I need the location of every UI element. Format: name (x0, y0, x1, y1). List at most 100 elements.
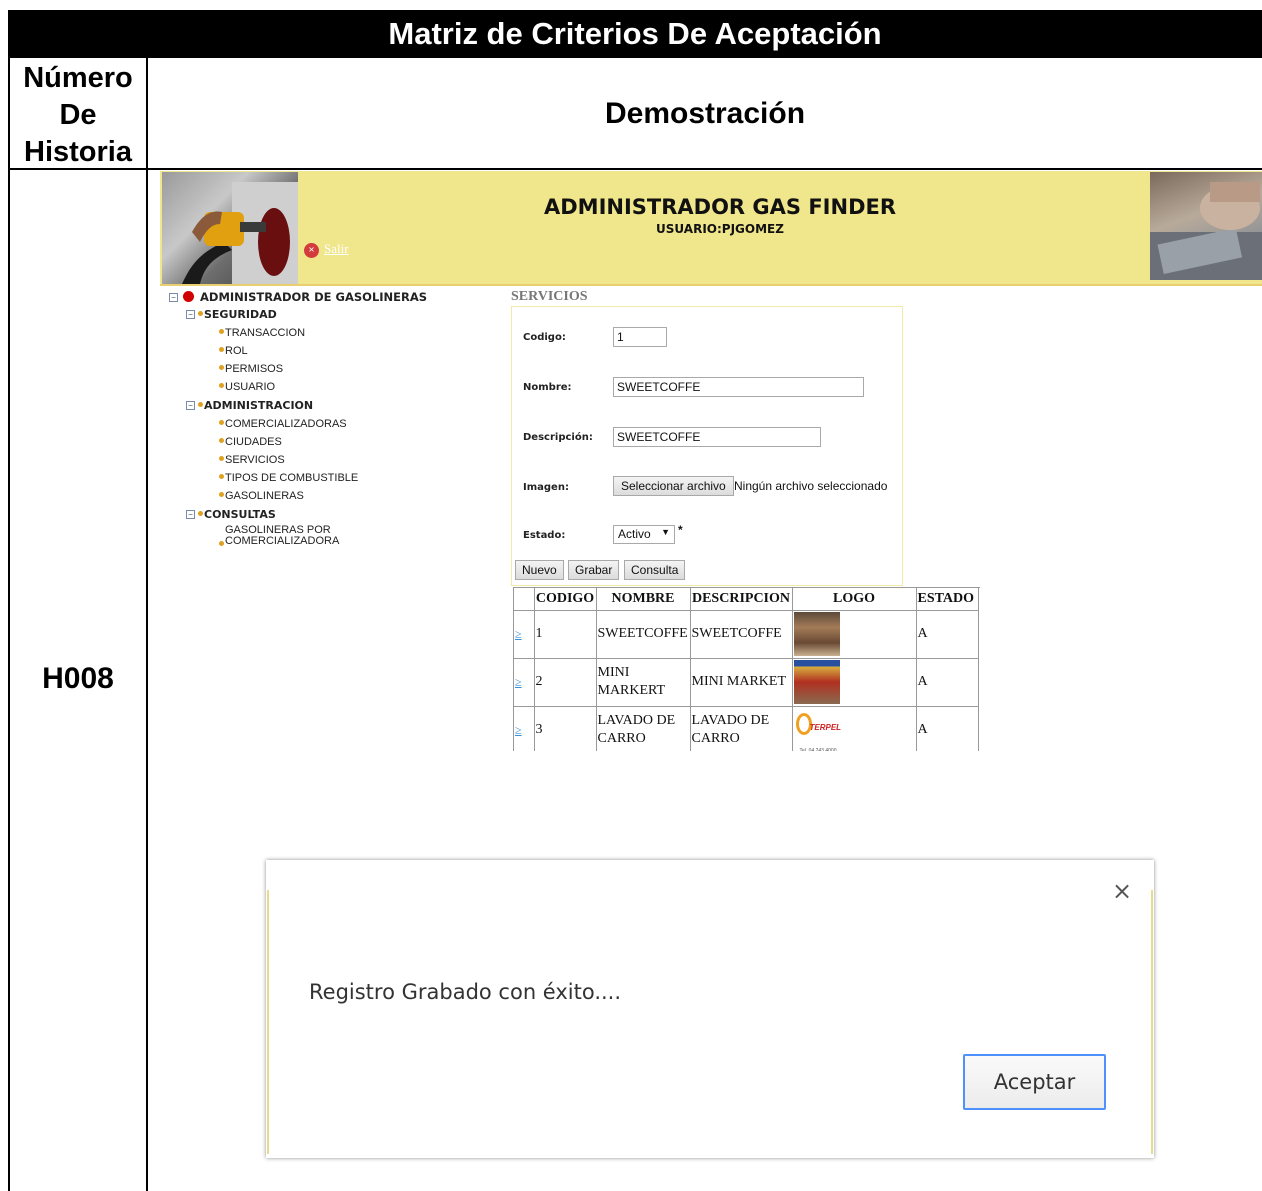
cell-estado: A (916, 706, 979, 751)
tree-item-permisos[interactable]: PERMISOS (219, 363, 283, 375)
bullet-icon (219, 420, 224, 425)
tree-item-label[interactable]: CIUDADES (225, 436, 282, 448)
header-story-line1: Número (23, 62, 133, 94)
nuevo-button[interactable]: Nuevo (515, 560, 564, 580)
tree-item-label[interactable]: COMERCIALIZADORAS (225, 418, 347, 430)
collapse-icon[interactable]: − (169, 293, 178, 302)
tree-group-administracion[interactable]: − ADMINISTRACION (186, 400, 313, 412)
logout-label[interactable]: Salir (324, 241, 349, 256)
matrix-title: Matriz de Criterios De Aceptación (8, 10, 1262, 58)
descripcion-input[interactable]: SWEETCOFFE (613, 427, 821, 447)
bullet-icon (198, 511, 203, 516)
tree-item-servicios[interactable]: SERVICIOS (219, 454, 285, 466)
tree-group-label[interactable]: SEGURIDAD (204, 308, 277, 321)
dialog-accent-right (1151, 890, 1153, 1154)
collapse-icon[interactable]: − (186, 310, 195, 319)
tree-group-consultas[interactable]: − CONSULTAS (186, 509, 276, 521)
select-link[interactable]: ≥ (515, 675, 522, 689)
column-header-estado: ESTADO (916, 588, 979, 611)
tree-item-label[interactable]: GASOLINERAS (225, 490, 304, 502)
tree-group-label[interactable]: ADMINISTRACION (204, 399, 313, 412)
tree-item-label[interactable]: ROL (225, 345, 248, 357)
tree-item-ciudades[interactable]: CIUDADES (219, 436, 282, 448)
header-story-number: Número De Historia (10, 60, 146, 171)
laptop-image (1150, 182, 1262, 280)
cell-nombre: MINI MARKERT (596, 658, 691, 707)
story-id: H008 (42, 662, 114, 695)
row-select[interactable]: ≥ (514, 610, 535, 659)
header-demo: Demostración (604, 97, 806, 130)
required-mark: * (678, 523, 683, 537)
tree-item-rol[interactable]: ROL (219, 345, 248, 357)
tree-item-tipos-combustible[interactable]: TIPOS DE COMBUSTIBLE (219, 472, 358, 484)
logout-link[interactable]: × Salir (304, 241, 349, 258)
tree-root[interactable]: − ADMINISTRADOR DE GASOLINERAS (169, 291, 427, 304)
dropdown-arrow-icon: ▼ (661, 527, 670, 537)
grabar-button[interactable]: Grabar (568, 560, 620, 580)
consulta-button[interactable]: Consulta (624, 560, 686, 580)
estado-select[interactable]: Activo ▼ (613, 525, 675, 544)
header-story-line3: Historia (24, 136, 132, 168)
tree-item-label[interactable]: PERMISOS (225, 363, 283, 375)
descripcion-label: Descripción: (523, 432, 593, 443)
row-select[interactable]: ≥ (514, 706, 535, 751)
tree-item-usuario[interactable]: USUARIO (219, 381, 275, 393)
tree-item-label[interactable]: GASOLINERAS POR COMERCIALIZADORA (225, 525, 339, 547)
codigo-input[interactable]: 1 (613, 327, 667, 347)
column-header-codigo: CODIGO (534, 588, 597, 611)
cell-descripcion: MINI MARKET (690, 658, 793, 707)
tree-item-gasolineras[interactable]: GASOLINERAS (219, 490, 304, 502)
bullet-icon (219, 474, 224, 479)
tree-item-gasolineras-por-comercializadora[interactable]: GASOLINERAS POR COMERCIALIZADORA (219, 525, 339, 547)
file-status: Ningún archivo seleccionado (734, 479, 888, 493)
cell-logo (792, 610, 917, 659)
table-row: ≥ 3 LAVADO DE CARRO LAVADO DE CARRO TERP… (514, 706, 979, 751)
table-row: ≥ 2 MINI MARKERT MINI MARKET A (514, 658, 979, 707)
tree-item-label[interactable]: USUARIO (225, 381, 275, 393)
fuel-pump-image (182, 182, 298, 284)
tree-item-label[interactable]: TRANSACCION (225, 327, 305, 339)
file-select-button[interactable]: Seleccionar archivo (613, 476, 734, 496)
cell-estado: A (916, 610, 979, 659)
cell-logo: TERPEL Tel. 04 243 4000 (792, 706, 917, 751)
close-icon[interactable]: × (1112, 877, 1132, 905)
app-banner: × Salir ADMINISTRADOR GAS FINDER USUARIO:… (160, 171, 1262, 286)
estado-label: Estado: (523, 530, 566, 541)
tree-root-label[interactable]: ADMINISTRADOR DE GASOLINERAS (200, 290, 427, 304)
tree-item-transaccion[interactable]: TRANSACCION (219, 327, 305, 339)
nombre-input[interactable]: SWEETCOFFE (613, 377, 864, 397)
column-header-logo: LOGO (792, 588, 917, 611)
bullet-icon (198, 311, 203, 316)
tree-group-seguridad[interactable]: − SEGURIDAD (186, 309, 277, 321)
header-story-line2: De (59, 99, 97, 131)
tree-item-comercializadoras[interactable]: COMERCIALIZADORAS (219, 418, 347, 430)
tree-item-label[interactable]: SERVICIOS (225, 454, 285, 466)
services-table: CODIGO NOMBRE DESCRIPCION LOGO ESTADO ≥ … (514, 588, 979, 751)
logo-market-image (793, 660, 840, 704)
cell-descripcion: SWEETCOFFE (690, 610, 793, 659)
dialog-accent-left (267, 890, 269, 1154)
bullet-icon (219, 365, 224, 370)
bullet-icon (219, 347, 224, 352)
row-select[interactable]: ≥ (514, 658, 535, 707)
tree-item-line2[interactable]: COMERCIALIZADORA (225, 535, 339, 547)
fuel-pump-photo (162, 172, 298, 284)
bullet-icon (219, 438, 224, 443)
border-mid (146, 58, 148, 1191)
accept-button[interactable]: Aceptar (963, 1054, 1106, 1110)
cell-logo (792, 658, 917, 707)
tree-group-label[interactable]: CONSULTAS (204, 508, 276, 521)
collapse-icon[interactable]: − (186, 401, 195, 410)
alert-dialog (266, 860, 1154, 1158)
bullet-icon (219, 456, 224, 461)
cell-nombre: SWEETCOFFE (596, 610, 691, 659)
terpel-phone: Tel. 04 243 4000 (799, 748, 837, 751)
section-title: SERVICIOS (511, 289, 588, 304)
cell-codigo: 3 (534, 706, 597, 751)
bullet-icon (219, 329, 224, 334)
bullet-icon (219, 541, 224, 546)
select-link[interactable]: ≥ (515, 723, 522, 737)
tree-item-label[interactable]: TIPOS DE COMBUSTIBLE (225, 472, 358, 484)
select-link[interactable]: ≥ (515, 627, 522, 641)
collapse-icon[interactable]: − (186, 510, 195, 519)
